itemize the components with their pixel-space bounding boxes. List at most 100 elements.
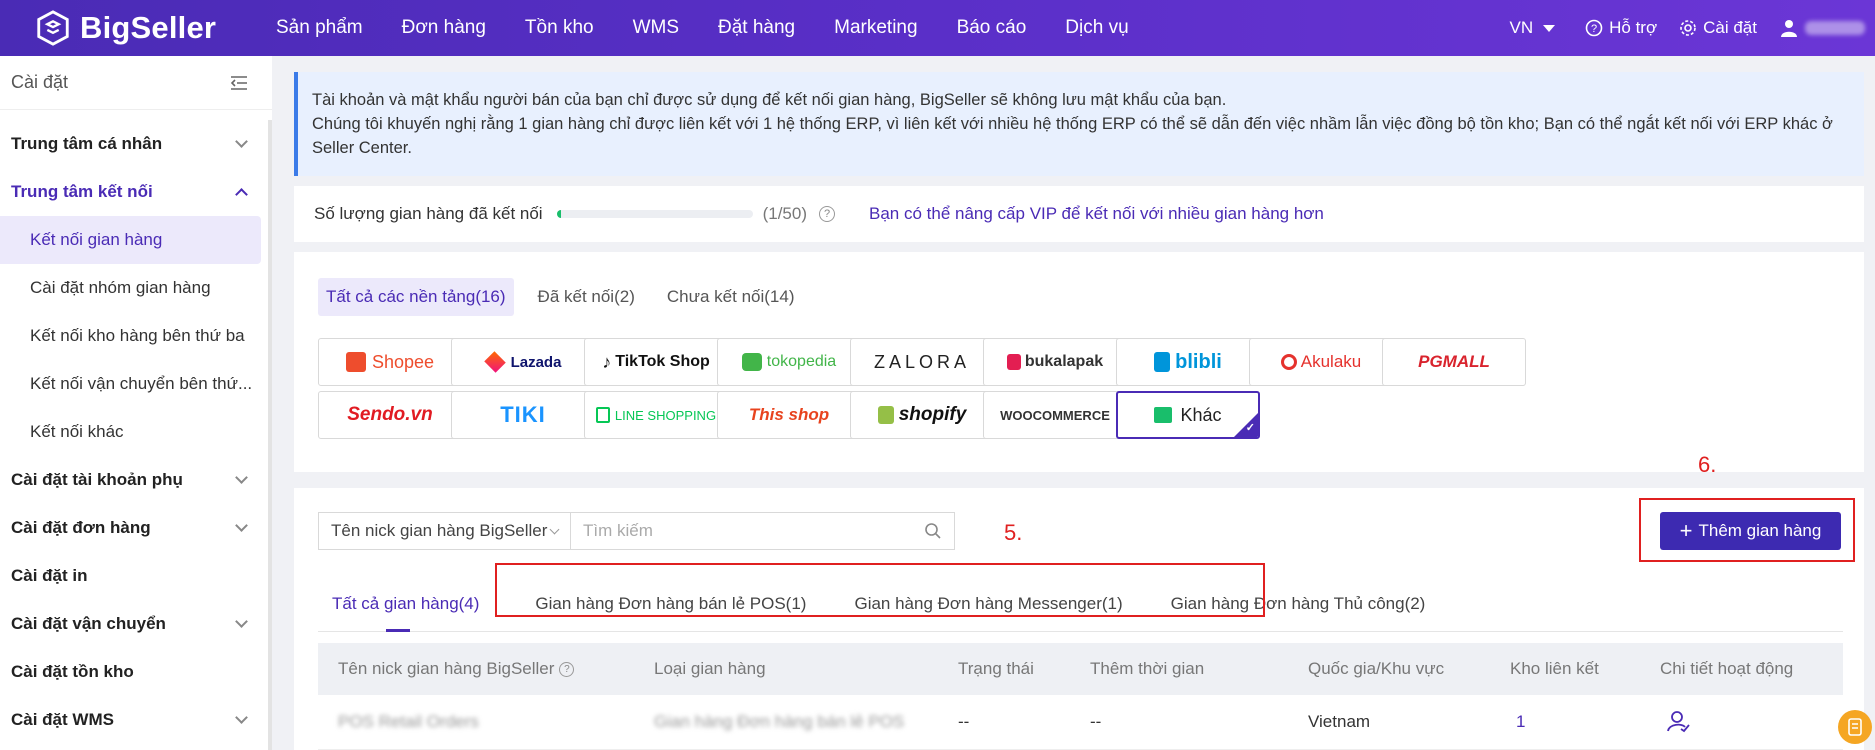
settings-link[interactable]: Cài đặt: [1679, 18, 1757, 38]
tab-connected[interactable]: Đã kết nối(2): [530, 278, 643, 316]
platform-akulaku[interactable]: Akulaku: [1249, 338, 1393, 386]
search-input[interactable]: [583, 521, 903, 541]
sidebar-sub-third-party-shipping[interactable]: Kết nối vận chuyển bên thứ...: [0, 360, 261, 408]
quota-progress: [556, 210, 753, 218]
platform-tiki[interactable]: TIKI: [451, 391, 595, 439]
platform-thisshop[interactable]: This shop: [717, 391, 861, 439]
platform-blibli[interactable]: blibli: [1116, 338, 1260, 386]
nav-reports[interactable]: Báo cáo: [957, 17, 1027, 39]
sidebar-item-order-settings[interactable]: Cài đặt đơn hàng: [0, 504, 272, 552]
add-store-button[interactable]: + Thêm gian hàng: [1660, 512, 1841, 550]
platform-shopify[interactable]: shopify: [850, 391, 994, 439]
sidebar-item-inventory-settings[interactable]: Cài đặt tồn kho: [0, 648, 272, 696]
sidebar-title: Cài đặt: [11, 72, 69, 92]
chevron-down-icon: [549, 524, 560, 534]
platform-label: Sendo.vn: [347, 404, 433, 425]
help-link[interactable]: ? Hỗ trợ: [1585, 18, 1657, 38]
chevron-down-icon: [235, 711, 248, 724]
user-activity-icon[interactable]: [1666, 709, 1690, 733]
language-selector[interactable]: VN: [1510, 18, 1556, 38]
cell-store-type: Gian hàng Đơn hàng bán lẻ POS: [654, 712, 905, 731]
upgrade-vip-link[interactable]: Bạn có thể nâng cấp VIP để kết nối với n…: [869, 204, 1324, 224]
brand-logo[interactable]: BigSeller: [34, 9, 234, 47]
platform-label: shopify: [898, 404, 967, 425]
platform-other[interactable]: Khác ✓: [1116, 391, 1260, 439]
annotation-6: 6.: [1698, 452, 1717, 477]
platform-bukalapak[interactable]: bukalapak: [983, 338, 1127, 386]
platform-label: LINE SHOPPING: [614, 407, 717, 423]
col-activity-detail: Chi tiết hoạt động: [1660, 659, 1794, 678]
tab-not-connected[interactable]: Chưa kết nối(14): [659, 278, 803, 316]
cell-activity-detail[interactable]: [1666, 709, 1690, 738]
question-circle-icon[interactable]: ?: [819, 206, 836, 222]
help-label: Hỗ trợ: [1609, 18, 1658, 37]
chevron-down-icon: [235, 471, 248, 484]
shopify-bag-icon: [877, 406, 894, 424]
platform-line-shopping[interactable]: LINE SHOPPING: [584, 391, 728, 439]
chevron-up-icon: [235, 188, 248, 201]
store-icon: [1154, 407, 1173, 423]
platform-sendo[interactable]: Sendo.vn: [318, 391, 462, 439]
sidebar-sub-third-party-warehouse[interactable]: Kết nối kho hàng bên thứ ba: [0, 312, 261, 360]
platform-tiktok-shop[interactable]: ♪ TikTok Shop: [584, 338, 728, 386]
nav-services[interactable]: Dịch vụ: [1065, 17, 1128, 39]
nav-purchase[interactable]: Đặt hàng: [718, 17, 795, 39]
cell-linked-warehouse[interactable]: 1: [1516, 712, 1525, 732]
line-bag-icon: [595, 407, 610, 423]
user-name-blurred: [1805, 21, 1865, 35]
platform-woocommerce[interactable]: WOOCOMMERCE: [983, 391, 1127, 439]
nav-inventory[interactable]: Tồn kho: [525, 17, 594, 39]
add-store-label: Thêm gian hàng: [1698, 521, 1822, 540]
floating-notes-button[interactable]: [1838, 710, 1872, 744]
search-icon[interactable]: [924, 522, 942, 540]
sidebar-sub-store-group[interactable]: Cài đặt nhóm gian hàng: [0, 264, 261, 312]
search-field-select[interactable]: Tên nick gian hàng BigSeller: [318, 512, 570, 550]
platform-label: Khác: [1180, 404, 1222, 425]
sidebar-sub-other-connect[interactable]: Kết nối khác: [0, 408, 261, 456]
nav-marketing[interactable]: Marketing: [834, 17, 917, 39]
collapse-menu-icon[interactable]: [230, 75, 248, 91]
highlight-box-store-tabs: [495, 563, 1265, 617]
tab-all-platforms[interactable]: Tất cả các nền tảng(16): [318, 278, 514, 316]
main-nav: Sản phẩm Đơn hàng Tồn kho WMS Đặt hàng M…: [276, 17, 1168, 39]
shopee-bag-icon: [345, 352, 366, 372]
chevron-down-icon: [235, 135, 248, 148]
platform-lazada[interactable]: Lazada: [451, 338, 595, 386]
nav-products[interactable]: Sản phẩm: [276, 17, 363, 39]
sidebar-item-shipping-settings[interactable]: Cài đặt vận chuyển: [0, 600, 272, 648]
sidebar-item-connection-center[interactable]: Trung tâm kết nối: [0, 168, 272, 216]
sidebar-scrollbar[interactable]: [268, 120, 272, 750]
store-quota-bar: Số lượng gian hàng đã kết nối (1/50) ? B…: [294, 186, 1864, 242]
col-label: Tên nick gian hàng BigSeller: [338, 659, 555, 678]
col-store-nickname: Tên nick gian hàng BigSeller ?: [338, 659, 575, 679]
sidebar-item-print-settings[interactable]: Cài đặt in: [0, 552, 272, 600]
user-menu[interactable]: [1779, 18, 1865, 38]
platform-zalora[interactable]: ZALORA: [850, 338, 994, 386]
question-circle-icon[interactable]: ?: [559, 661, 575, 677]
akulaku-circle-icon: [1280, 354, 1297, 370]
sidebar-item-wms-settings[interactable]: Cài đặt WMS: [0, 696, 272, 744]
svg-text:?: ?: [1591, 23, 1597, 35]
notice-line-2: Chúng tôi khuyến nghị rằng 1 gian hàng c…: [312, 115, 1833, 157]
platform-label: tokopedia: [766, 353, 837, 370]
sidebar-item-personal-center[interactable]: Trung tâm cá nhân: [0, 120, 272, 168]
sidebar-item-label: Cài đặt đơn hàng: [11, 518, 151, 537]
platform-label: PGMALL: [1418, 352, 1490, 371]
bigseller-logo-icon: [37, 10, 69, 46]
col-store-type: Loại gian hàng: [654, 659, 766, 678]
store-list-card: Tên nick gian hàng BigSeller 5. 6. + Thê…: [294, 452, 1864, 750]
platform-pgmall[interactable]: PGMALL: [1382, 338, 1526, 386]
platform-label: This shop: [748, 405, 830, 424]
platform-shopee[interactable]: Shopee: [318, 338, 462, 386]
question-circle-icon: ?: [1585, 19, 1603, 37]
nav-wms[interactable]: WMS: [633, 17, 679, 39]
nav-orders[interactable]: Đơn hàng: [402, 17, 486, 39]
platform-label: Shopee: [371, 351, 435, 372]
platform-tabs: Tất cả các nền tảng(16) Đã kết nối(2) Ch…: [318, 278, 818, 316]
user-icon: [1781, 20, 1797, 37]
sidebar-sub-store-connect[interactable]: Kết nối gian hàng: [0, 216, 261, 264]
platform-tokopedia[interactable]: tokopedia: [717, 338, 861, 386]
sidebar-item-sub-accounts[interactable]: Cài đặt tài khoản phụ: [0, 456, 272, 504]
tab-all-stores[interactable]: Tất cả gian hàng(4): [318, 576, 493, 632]
top-navbar: BigSeller Sản phẩm Đơn hàng Tồn kho WMS …: [0, 0, 1875, 56]
